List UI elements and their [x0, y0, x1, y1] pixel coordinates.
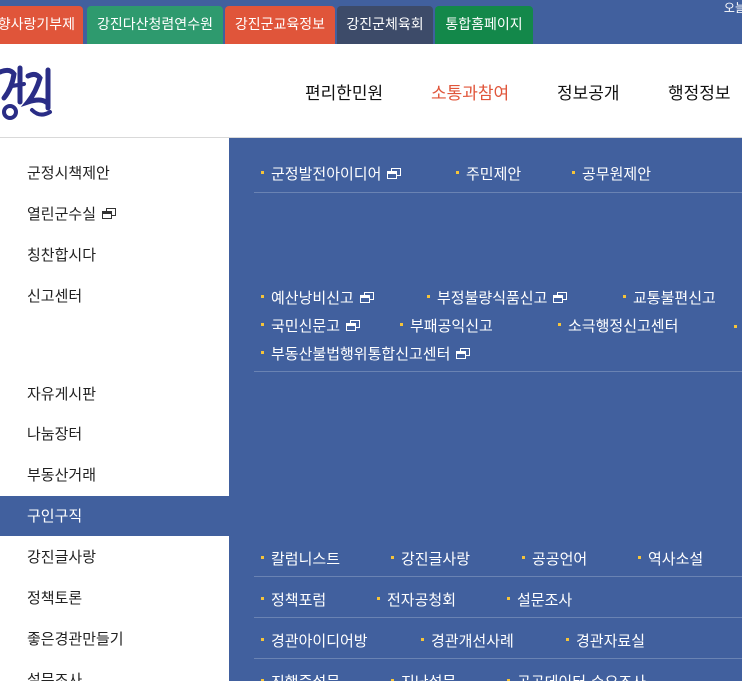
- sub-landscape-idea[interactable]: 경관아이디어방: [261, 630, 368, 651]
- bullet-overflow: [734, 325, 737, 328]
- sub-corruption[interactable]: 부패공익신고: [400, 315, 493, 336]
- left-item-label: 칭찬합시다: [27, 246, 97, 264]
- top-ribbon: 향사랑기부제 강진다산청렴연수원 강진군교육정보 강진군체육회 통합홈페이지 오…: [0, 0, 742, 44]
- left-item-sharing-market[interactable]: 나눔장터: [0, 414, 229, 454]
- left-item-praise[interactable]: 칭찬합시다: [0, 235, 229, 275]
- top-tab-education-info[interactable]: 강진군교육정보: [225, 6, 335, 44]
- left-item-label: 구인구직: [27, 507, 83, 525]
- left-item-label: 정책토론: [27, 589, 83, 607]
- top-right-text: 오늘: [723, 1, 742, 15]
- sub-label: 예산낭비신고: [271, 289, 354, 307]
- sub-columnist[interactable]: 칼럼니스트: [261, 548, 340, 569]
- new-window-icon: [102, 208, 117, 220]
- sub-sinmungo[interactable]: 국민신문고: [261, 315, 361, 336]
- top-tab-integrated-homepage[interactable]: 통합홈페이지: [435, 6, 533, 44]
- left-item-writing-love[interactable]: 강진글사랑: [0, 537, 229, 577]
- new-window-icon: [553, 292, 568, 304]
- left-item-label: 자유게시판: [27, 385, 97, 403]
- sub-landscape-case[interactable]: 경관개선사례: [421, 630, 514, 651]
- left-item-label: 설문조사: [27, 671, 83, 681]
- submenu-panel: 군정발전아이디어 주민제안 공무원제안 예산낭비신고 부정불량식품신고 교통불편…: [229, 138, 742, 681]
- sub-budget-waste[interactable]: 예산낭비신고: [261, 287, 374, 308]
- top-tab-sports-council[interactable]: 강진군체육회: [337, 6, 433, 44]
- sub-policy-forum[interactable]: 정책포럼: [261, 589, 326, 610]
- divider: [254, 576, 742, 577]
- sub-resident-proposal[interactable]: 주민제안: [456, 163, 521, 184]
- left-item-label: 부동산거래: [27, 466, 97, 484]
- sub-public-language[interactable]: 공공언어: [522, 548, 587, 569]
- left-item-job-search[interactable]: 구인구직: [0, 496, 229, 536]
- sub-real-estate-illegal[interactable]: 부동산불법행위통합신고센터: [261, 343, 471, 364]
- left-item-report-center[interactable]: 신고센터: [0, 276, 229, 316]
- sub-passive-admin[interactable]: 소극행정신고센터: [558, 315, 678, 336]
- sub-survey[interactable]: 설문조사: [507, 589, 572, 610]
- sub-traffic[interactable]: 교통불편신고: [623, 287, 716, 308]
- left-item-label: 신고센터: [27, 287, 83, 305]
- sub-label: 군정발전아이디어: [271, 165, 382, 183]
- new-window-icon: [387, 168, 402, 180]
- left-item-policy-debate[interactable]: 정책토론: [0, 578, 229, 618]
- sub-landscape-archive[interactable]: 경관자료실: [566, 630, 645, 651]
- sub-writing-love[interactable]: 강진글사랑: [391, 548, 470, 569]
- sub-label: 부동산불법행위통합신고센터: [271, 345, 451, 363]
- sub-e-hearing[interactable]: 전자공청회: [377, 589, 456, 610]
- top-tab-dasan-institute[interactable]: 강진다산청렴연수원: [87, 6, 223, 44]
- divider: [254, 617, 742, 618]
- left-submenu: 군정시책제안 열린군수실 칭찬합시다 신고센터 자유게시판 나눔장터 부동산거래…: [0, 138, 229, 681]
- sub-idea[interactable]: 군정발전아이디어: [261, 163, 402, 184]
- sub-official-proposal[interactable]: 공무원제안: [572, 163, 651, 184]
- sub-history-novel[interactable]: 역사소설: [638, 548, 703, 569]
- left-item-landscape[interactable]: 좋은경관만들기: [0, 619, 229, 659]
- sub-data-demand-survey[interactable]: 공공데이터 수요조사: [507, 671, 646, 681]
- sub-label: 부정불량식품신고: [437, 289, 548, 307]
- divider: [254, 371, 742, 372]
- left-item-policy-proposal[interactable]: 군정시책제안: [0, 153, 229, 193]
- left-item-label: 군정시책제안: [27, 164, 110, 182]
- left-item-survey[interactable]: 설문조사: [0, 660, 229, 681]
- new-window-icon: [359, 292, 374, 304]
- divider: [254, 192, 742, 193]
- left-item-real-estate[interactable]: 부동산거래: [0, 455, 229, 495]
- gnb-convenient-civil[interactable]: 편리한민원: [305, 79, 383, 104]
- left-item-label: 나눔장터: [27, 425, 83, 443]
- left-item-label: 강진글사랑: [27, 548, 97, 566]
- gnb-communication[interactable]: 소통과참여: [431, 79, 509, 104]
- sub-label: 국민신문고: [271, 317, 341, 335]
- site-logo[interactable]: [0, 62, 56, 124]
- divider: [254, 658, 742, 659]
- left-item-mayor-office[interactable]: 열린군수실: [0, 194, 229, 234]
- sub-ongoing-survey[interactable]: 진행중설문: [261, 671, 340, 681]
- gnb-info-disclosure[interactable]: 정보공개: [557, 79, 620, 104]
- sub-bad-food[interactable]: 부정불량식품신고: [427, 287, 568, 308]
- left-item-free-board[interactable]: 자유게시판: [0, 374, 229, 414]
- top-tab-hometown-donation[interactable]: 향사랑기부제: [0, 6, 83, 44]
- site-header: 편리한민원 소통과참여 정보공개 행정정보: [0, 44, 742, 138]
- left-item-label: 좋은경관만들기: [27, 630, 124, 648]
- left-item-label: 열린군수실: [27, 205, 97, 223]
- new-window-icon: [346, 320, 361, 332]
- sub-past-survey[interactable]: 지난설문: [391, 671, 456, 681]
- gnb-admin-info[interactable]: 행정정보: [668, 79, 731, 104]
- new-window-icon: [456, 348, 471, 360]
